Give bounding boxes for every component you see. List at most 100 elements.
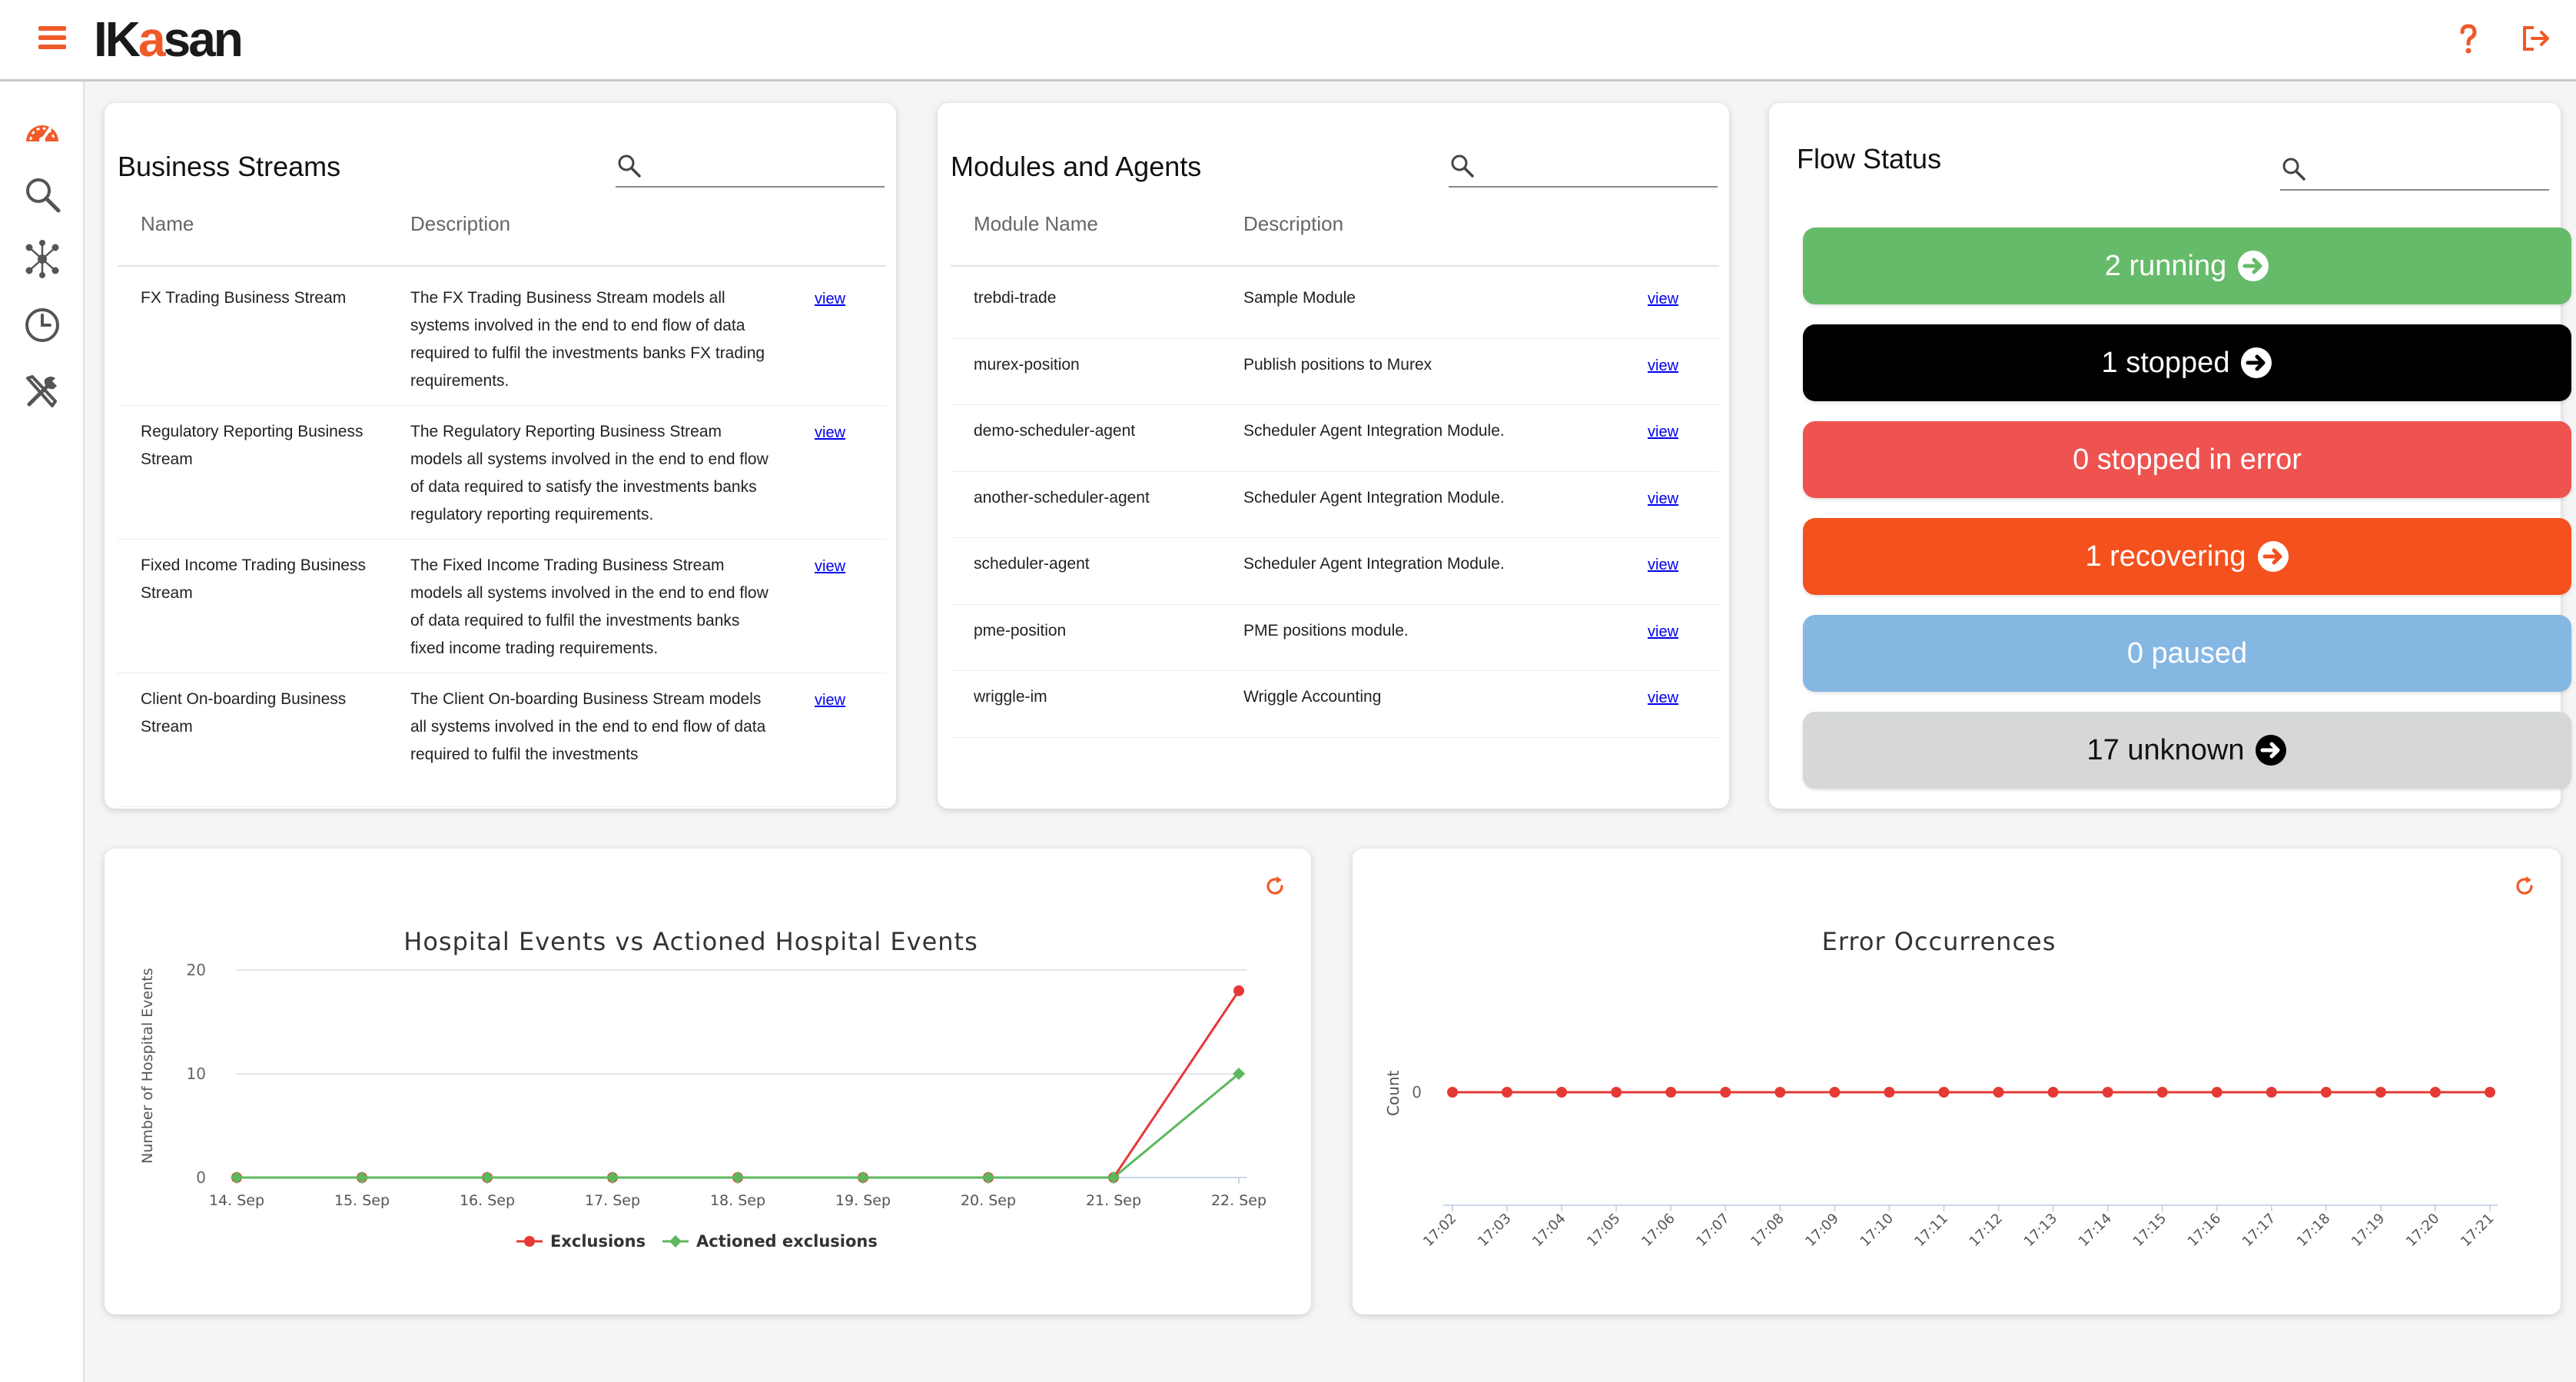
x-tick-label: 17:08 xyxy=(1748,1211,1788,1251)
data-point[interactable] xyxy=(2102,1087,2113,1098)
view-link[interactable]: view xyxy=(1648,556,1678,574)
x-tick-label: 16. Sep xyxy=(460,1192,515,1209)
modules-search-input[interactable] xyxy=(1487,151,1716,183)
status-button-paused[interactable]: 0 paused xyxy=(1803,615,2571,692)
data-point[interactable] xyxy=(1774,1087,1786,1098)
error-occurrences-chart-card: Error Occurrences 0 Count 17:02 17:03 17:04 1… xyxy=(1353,849,2561,1314)
data-point[interactable] xyxy=(606,1171,619,1184)
left-nav-rail xyxy=(0,81,85,1382)
arrow-right-circle-icon xyxy=(2237,250,2269,282)
status-label: 17 unknown xyxy=(2086,733,2245,766)
table-row: murex-position Publish positions to Murex… xyxy=(951,339,1719,405)
business-streams-card: Business Streams Name Description FX Tra… xyxy=(105,103,896,809)
business-streams-search-input[interactable] xyxy=(654,151,883,183)
data-point[interactable] xyxy=(1938,1087,1950,1098)
data-point[interactable] xyxy=(1447,1087,1458,1098)
modules-search[interactable] xyxy=(1449,148,1718,188)
data-point[interactable] xyxy=(1556,1087,1568,1098)
status-button-unknown[interactable]: 17 unknown xyxy=(1803,712,2571,789)
x-tick-label: 22. Sep xyxy=(1211,1192,1266,1209)
status-button-running[interactable]: 2 running xyxy=(1803,228,2571,304)
view-link[interactable]: view xyxy=(1648,689,1678,707)
column-header-module-name[interactable]: Module Name xyxy=(974,212,1098,236)
data-point[interactable] xyxy=(356,1171,368,1184)
column-header-description[interactable]: Description xyxy=(410,212,510,236)
topology-icon[interactable] xyxy=(22,238,63,280)
view-link[interactable]: view xyxy=(815,291,845,308)
data-point[interactable] xyxy=(1884,1087,1895,1098)
flow-status-search-input[interactable] xyxy=(2319,154,2548,186)
status-button-stopped[interactable]: 1 stopped xyxy=(1803,324,2571,401)
data-point[interactable] xyxy=(1665,1087,1677,1098)
data-point[interactable] xyxy=(2485,1087,2495,1098)
ikasan-logo[interactable]: IKasan xyxy=(94,11,244,68)
search-icon[interactable] xyxy=(22,174,63,215)
hospital-events-line-chart: 0 10 20 14. Sep 15. Sep 16. Sep 17. Sep 18. Sep… xyxy=(139,961,1266,1251)
clock-icon[interactable] xyxy=(22,304,63,346)
logout-icon[interactable] xyxy=(2517,20,2554,57)
view-link[interactable]: view xyxy=(815,558,845,576)
column-header-name[interactable]: Name xyxy=(141,212,194,236)
y-tick-label: 10 xyxy=(187,1065,206,1083)
column-header-description[interactable]: Description xyxy=(1243,212,1343,236)
search-icon xyxy=(1451,154,1474,178)
data-point[interactable] xyxy=(2320,1087,2332,1098)
tools-icon[interactable] xyxy=(22,370,63,412)
status-button-recovering[interactable]: 1 recovering xyxy=(1803,518,2571,595)
data-point[interactable] xyxy=(2375,1087,2386,1098)
header-divider xyxy=(118,265,886,267)
table-row: scheduler-agent Scheduler Agent Integrati… xyxy=(951,538,1719,605)
row-description: Publish positions to Murex xyxy=(1243,355,1432,374)
data-point[interactable] xyxy=(857,1171,869,1184)
hamburger-menu-icon[interactable] xyxy=(38,26,66,49)
modules-table: trebdi-trade Sample Module view murex-posit… xyxy=(951,272,1719,809)
x-tick-label: 17:16 xyxy=(2185,1211,2225,1251)
view-link[interactable]: view xyxy=(1648,291,1678,308)
data-point[interactable] xyxy=(231,1171,243,1184)
view-link[interactable]: view xyxy=(815,424,845,442)
view-link[interactable]: view xyxy=(1648,623,1678,641)
question-mark-icon[interactable] xyxy=(2450,20,2487,57)
view-link[interactable]: view xyxy=(1648,424,1678,441)
data-point[interactable] xyxy=(982,1171,994,1184)
flow-status-search[interactable] xyxy=(2280,151,2549,191)
arrow-right-circle-icon xyxy=(2255,734,2287,766)
x-tick-label: 17:17 xyxy=(2239,1211,2279,1251)
view-link[interactable]: view xyxy=(1648,357,1678,375)
row-name: another-scheduler-agent xyxy=(974,488,1150,507)
x-tick-label: 17:06 xyxy=(1638,1211,1678,1251)
row-name: trebdi-trade xyxy=(974,289,1057,307)
data-point[interactable] xyxy=(1502,1087,1513,1098)
data-point[interactable] xyxy=(1611,1087,1622,1098)
data-point[interactable] xyxy=(2156,1087,2168,1098)
dashboard-icon[interactable] xyxy=(22,111,63,152)
table-row: demo-scheduler-agent Scheduler Agent Inte… xyxy=(951,405,1719,472)
legend-label[interactable]: Actioned exclusions xyxy=(696,1232,878,1251)
search-icon xyxy=(618,154,641,178)
business-streams-search[interactable] xyxy=(616,148,885,188)
table-row: FX Trading Business Stream The FX Trading… xyxy=(118,272,886,406)
view-link[interactable]: view xyxy=(815,692,845,709)
y-tick-label: 0 xyxy=(196,1168,206,1187)
data-point[interactable] xyxy=(1993,1087,2004,1098)
data-point[interactable] xyxy=(2266,1087,2277,1098)
modules-agents-title: Modules and Agents xyxy=(951,151,1202,182)
top-bar: IKasan xyxy=(0,0,2576,81)
data-point[interactable] xyxy=(2047,1087,2059,1098)
y-tick-label: 20 xyxy=(187,961,206,979)
business-streams-title: Business Streams xyxy=(118,151,341,182)
view-link[interactable]: view xyxy=(1648,490,1678,508)
business-streams-table: FX Trading Business Stream The FX Trading… xyxy=(118,272,886,809)
status-label: 2 running xyxy=(2104,249,2227,282)
data-point[interactable] xyxy=(732,1171,744,1184)
row-name: murex-position xyxy=(974,355,1080,374)
x-tick-label: 17:09 xyxy=(1802,1211,1842,1251)
legend-label[interactable]: Exclusions xyxy=(550,1232,646,1251)
data-point[interactable] xyxy=(1720,1087,1731,1098)
data-point[interactable] xyxy=(1829,1087,1841,1098)
status-button-stopped-in-error[interactable]: 0 stopped in error xyxy=(1803,421,2571,498)
data-point[interactable] xyxy=(1233,985,1244,996)
data-point[interactable] xyxy=(2429,1087,2441,1098)
data-point[interactable] xyxy=(2211,1087,2222,1098)
data-point[interactable] xyxy=(481,1171,493,1184)
